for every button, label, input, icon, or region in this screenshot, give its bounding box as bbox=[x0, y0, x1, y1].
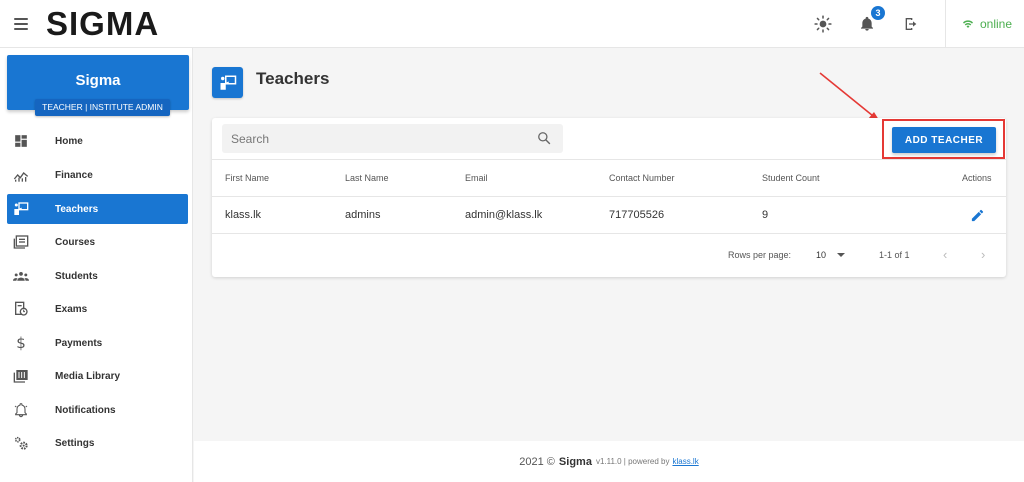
sidebar-item-settings[interactable]: Settings bbox=[7, 428, 188, 458]
sidebar-item-label: Courses bbox=[55, 236, 96, 248]
chart-icon bbox=[13, 167, 29, 183]
search-input[interactable] bbox=[231, 131, 521, 146]
pagination: Rows per page: 10 1-1 of 1 ‹ › bbox=[212, 234, 1006, 277]
bell-outline-icon bbox=[13, 402, 29, 418]
cell-contact-number: 717705526 bbox=[609, 209, 665, 221]
sidebar-item-media-library[interactable]: Media Library bbox=[7, 361, 188, 391]
caret-down-icon[interactable] bbox=[837, 253, 845, 257]
teacher-icon bbox=[13, 201, 29, 217]
column-header[interactable]: Email bbox=[465, 173, 488, 183]
top-bar: SIGMA 3 online bbox=[0, 0, 1024, 48]
cell-first-name: klass.lk bbox=[225, 209, 262, 221]
cell-student-count: 9 bbox=[762, 209, 769, 221]
column-header[interactable]: Student Count bbox=[762, 173, 820, 183]
chevron-left-icon[interactable]: ‹ bbox=[943, 247, 947, 262]
status-text: online bbox=[979, 17, 1012, 31]
cell-last-name: admins bbox=[345, 209, 381, 221]
notification-badge: 3 bbox=[870, 6, 885, 20]
wifi-icon bbox=[962, 20, 973, 28]
profile-card: Sigma TEACHER | INSTITUTE ADMIN bbox=[7, 55, 189, 116]
media-library-icon bbox=[13, 368, 29, 384]
brand-logo: SIGMA bbox=[46, 4, 160, 42]
sidebar: Sigma TEACHER | INSTITUTE ADMIN Home Fin… bbox=[0, 48, 193, 482]
sidebar-item-notifications[interactable]: Notifications bbox=[7, 395, 188, 425]
sidebar-item-label: Home bbox=[55, 135, 83, 147]
courses-icon bbox=[13, 234, 29, 250]
sidebar-item-label: Payments bbox=[55, 337, 103, 349]
connection-status: online bbox=[946, 17, 1024, 31]
sidebar-item-exams[interactable]: Exams bbox=[7, 294, 188, 324]
page-title: Teachers bbox=[256, 69, 330, 88]
bell-icon[interactable]: 3 bbox=[857, 6, 885, 34]
footer: 2021 © Sigma v1.11.0 | powered by klass.… bbox=[194, 441, 1024, 482]
sidebar-item-label: Settings bbox=[55, 437, 95, 449]
students-icon bbox=[13, 268, 29, 284]
sidebar-item-finance[interactable]: Finance bbox=[7, 160, 188, 190]
edit-icon[interactable] bbox=[970, 208, 985, 223]
search-icon[interactable] bbox=[537, 131, 551, 145]
teacher-icon bbox=[212, 67, 243, 98]
sidebar-item-students[interactable]: Students bbox=[7, 261, 188, 291]
sidebar-item-label: Finance bbox=[55, 169, 93, 181]
sidebar-item-label: Exams bbox=[55, 303, 88, 315]
sidebar-item-teachers[interactable]: Teachers bbox=[7, 194, 188, 224]
menu-icon[interactable] bbox=[14, 17, 28, 30]
footer-link[interactable]: klass.lk bbox=[672, 457, 698, 466]
logout-icon[interactable] bbox=[901, 14, 921, 34]
theme-sun-icon[interactable] bbox=[813, 14, 833, 34]
top-actions: 3 online bbox=[813, 0, 1024, 48]
highlight-box: ADD TEACHER bbox=[882, 119, 1005, 159]
table-row: klass.lk admins admin@klass.lk 717705526… bbox=[212, 197, 1006, 234]
cell-email: admin@klass.lk bbox=[465, 209, 543, 221]
rows-per-page-select[interactable]: 10 bbox=[816, 250, 826, 260]
settings-gears-icon bbox=[13, 435, 29, 451]
column-header[interactable]: Last Name bbox=[345, 173, 389, 183]
dollar-icon: $ bbox=[16, 334, 26, 352]
table-header: First Name Last Name Email Contact Numbe… bbox=[212, 159, 1006, 197]
column-header[interactable]: Contact Number bbox=[609, 173, 675, 183]
column-header: Actions bbox=[962, 173, 992, 183]
sidebar-item-home[interactable]: Home bbox=[7, 126, 188, 156]
footer-version: v1.11.0 | powered by bbox=[595, 457, 670, 466]
profile-role: TEACHER | INSTITUTE ADMIN bbox=[35, 99, 170, 116]
profile-name: Sigma bbox=[75, 72, 121, 89]
sidebar-item-label: Teachers bbox=[55, 203, 99, 215]
dashboard-icon bbox=[13, 133, 29, 149]
sidebar-item-label: Media Library bbox=[55, 370, 121, 382]
pagination-range: 1-1 of 1 bbox=[879, 250, 910, 260]
rows-per-page-label: Rows per page: bbox=[728, 250, 792, 260]
footer-year: 2021 © bbox=[519, 455, 555, 468]
search-box bbox=[222, 124, 563, 153]
sidebar-item-courses[interactable]: Courses bbox=[7, 227, 188, 257]
chevron-right-icon[interactable]: › bbox=[981, 247, 985, 262]
column-header[interactable]: First Name bbox=[225, 173, 269, 183]
sidebar-item-payments[interactable]: $ Payments bbox=[7, 328, 188, 358]
sidebar-item-label: Notifications bbox=[55, 404, 116, 416]
sidebar-item-label: Students bbox=[55, 270, 98, 282]
exams-icon bbox=[13, 301, 29, 317]
add-teacher-button[interactable]: ADD TEACHER bbox=[892, 127, 996, 153]
footer-brand: Sigma bbox=[558, 455, 592, 468]
teachers-table-card: ADD TEACHER First Name Last Name Email C… bbox=[212, 118, 1006, 277]
